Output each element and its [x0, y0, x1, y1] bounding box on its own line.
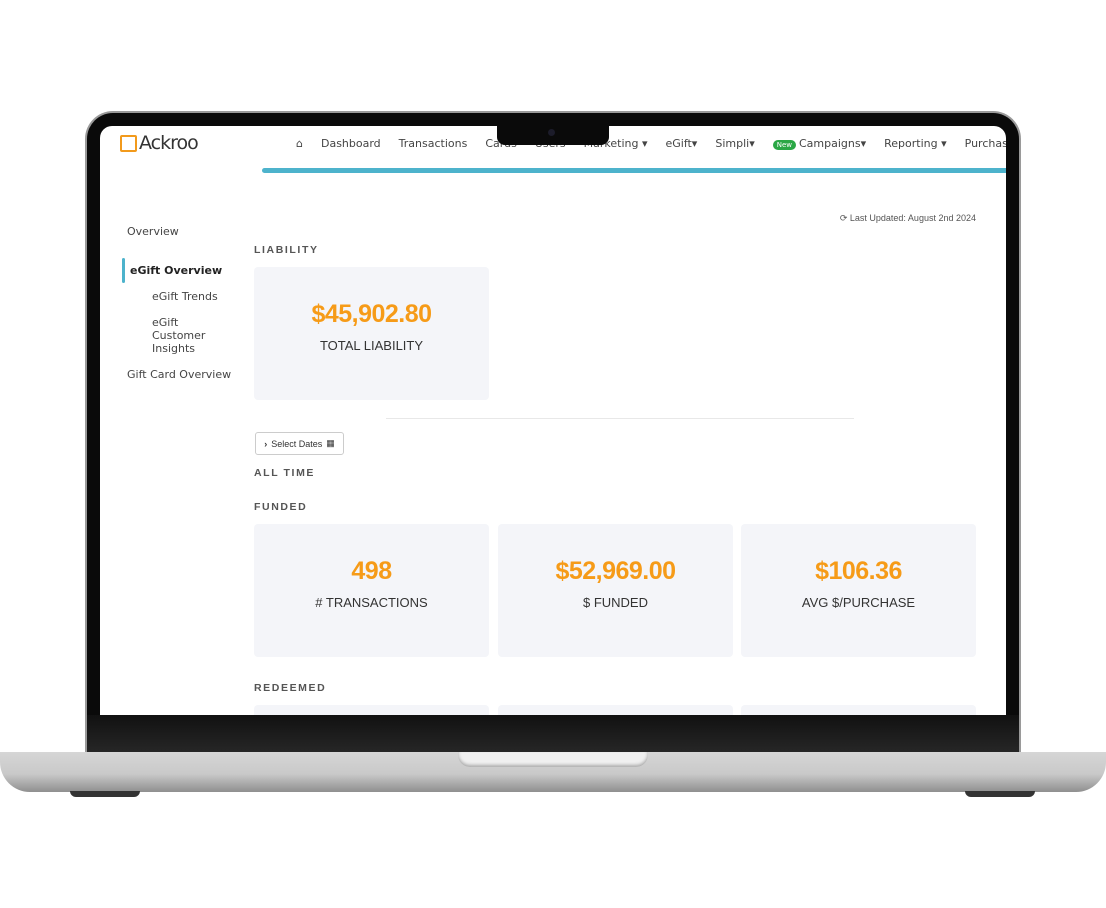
card-value: $45,902.80: [311, 300, 432, 328]
top-nav: ⌂ Dashboard Transactions Cards Users Mar…: [296, 137, 1006, 150]
card-value: $106.36: [815, 557, 902, 585]
new-badge: New: [772, 140, 796, 150]
funded-card: $52,969.00 $ FUNDED: [498, 524, 733, 657]
select-dates-label: Select Dates: [271, 438, 323, 449]
transactions-card: 498 # TRANSACTIONS: [254, 524, 489, 657]
select-dates-button[interactable]: › Select Dates ▦: [255, 432, 344, 455]
redeemed-card: [741, 705, 976, 715]
screen: Ackroo ⌂ Dashboard Transactions Cards Us…: [100, 126, 1006, 715]
redeemed-card: [498, 705, 733, 715]
sidebar-item-egift-insights[interactable]: eGift Customer Insights: [152, 316, 232, 355]
laptop-thumb-notch: [458, 752, 648, 767]
refresh-icon[interactable]: ⟳: [840, 213, 848, 223]
card-label: AVG $/PURCHASE: [801, 595, 916, 610]
nav-simpli[interactable]: Simpli▾: [715, 137, 754, 150]
accent-bar: [262, 168, 1006, 173]
card-label: $ FUNDED: [582, 595, 648, 610]
divider: [386, 418, 854, 419]
nav-dashboard[interactable]: Dashboard: [321, 137, 381, 150]
card-value: 498: [351, 557, 392, 585]
last-updated: ⟳ Last Updated: August 2nd 2024: [840, 213, 976, 224]
sidebar-item-egift-overview[interactable]: eGift Overview: [130, 264, 222, 277]
card-label: # TRANSACTIONS: [315, 595, 428, 610]
logo-text: Ackroo: [139, 132, 199, 154]
sidebar-item-overview[interactable]: Overview: [127, 225, 179, 238]
nav-campaigns-label: Campaigns▾: [799, 137, 867, 150]
card-label: TOTAL LIABILITY: [319, 338, 424, 353]
nav-purchases[interactable]: Purchases ▾: [965, 137, 1006, 150]
funded-heading: FUNDED: [254, 501, 308, 513]
camera-notch: [497, 126, 609, 145]
sidebar-item-egift-trends[interactable]: eGift Trends: [152, 290, 218, 303]
avg-purchase-card: $106.36 AVG $/PURCHASE: [741, 524, 976, 657]
liability-heading: LIABILITY: [254, 244, 319, 256]
logo-icon: [120, 134, 137, 152]
sidebar-item-giftcard-overview[interactable]: Gift Card Overview: [127, 368, 231, 381]
redeemed-heading: REDEEMED: [254, 682, 327, 694]
chevron-right-icon: ›: [264, 438, 268, 449]
nav-egift[interactable]: eGift▾: [665, 137, 697, 150]
card-value: $52,969.00: [555, 557, 676, 585]
laptop-chin: [87, 715, 1019, 752]
nav-reporting[interactable]: Reporting ▾: [884, 137, 947, 150]
total-liability-card: $45,902.80 TOTAL LIABILITY: [254, 267, 489, 400]
calendar-icon: ▦: [326, 438, 335, 448]
camera-icon: [548, 129, 555, 136]
nav-transactions[interactable]: Transactions: [399, 137, 468, 150]
home-icon[interactable]: ⌂: [296, 137, 303, 150]
nav-campaigns[interactable]: New Campaigns▾: [772, 137, 867, 150]
active-indicator: [122, 258, 125, 283]
last-updated-text: Last Updated: August 2nd 2024: [849, 213, 976, 223]
all-time-heading: ALL TIME: [254, 467, 316, 479]
redeemed-card: [254, 705, 489, 715]
laptop-foot: [965, 791, 1035, 797]
laptop-foot: [70, 791, 140, 797]
logo[interactable]: Ackroo: [120, 132, 199, 154]
